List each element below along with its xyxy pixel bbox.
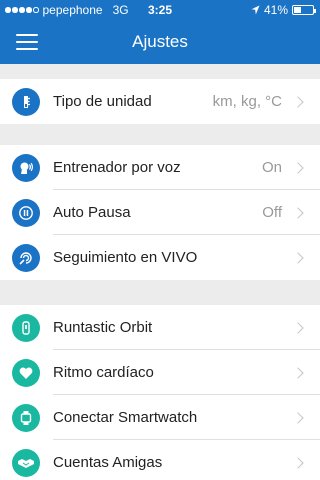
status-right: 41% <box>251 0 316 20</box>
settings-row-auto-pause[interactable]: Auto Pausa Off <box>0 190 320 235</box>
smartwatch-icon <box>12 403 40 432</box>
row-label: Seguimiento en VIVO <box>53 249 198 266</box>
settings-row-friend-accounts[interactable]: Cuentas Amigas <box>0 440 320 480</box>
live-tracking-icon <box>12 243 40 272</box>
settings-row-live-tracking[interactable]: Seguimiento en VIVO <box>0 235 320 280</box>
voice-coach-icon <box>12 153 40 182</box>
row-value: On <box>261 159 282 176</box>
battery-icon <box>292 5 316 15</box>
carrier-name: pepephone <box>42 3 103 17</box>
chevron-right-icon <box>292 366 304 379</box>
location-arrow-icon <box>251 5 260 15</box>
status-bar: pepephone 3G 3:25 41% <box>0 0 320 20</box>
settings-group-units: Tipo de unidad km, kg, °C <box>0 79 320 124</box>
chevron-right-icon <box>292 95 304 108</box>
group-spacer <box>0 124 320 145</box>
chevron-right-icon <box>292 456 304 469</box>
settings-row-units[interactable]: Tipo de unidad km, kg, °C <box>0 79 320 124</box>
settings-row-orbit[interactable]: Runtastic Orbit <box>0 305 320 350</box>
chevron-right-icon <box>292 206 304 219</box>
chevron-right-icon <box>292 161 304 174</box>
network-type: 3G <box>112 3 129 17</box>
nav-bar: Ajustes <box>0 20 320 64</box>
group-spacer <box>0 280 320 305</box>
battery-percent: 41% <box>263 3 288 17</box>
settings-group-devices: Runtastic Orbit Ritmo cardíaco Conectar … <box>0 305 320 480</box>
handshake-icon <box>12 448 40 477</box>
row-value: km, kg, °C <box>212 93 282 110</box>
heart-icon <box>12 358 40 387</box>
chevron-right-icon <box>292 251 304 264</box>
pause-icon <box>12 198 40 227</box>
settings-row-voice-coach[interactable]: Entrenador por voz On <box>0 145 320 190</box>
chevron-right-icon <box>292 411 304 424</box>
row-value: Off <box>262 204 282 221</box>
orbit-band-icon <box>12 313 40 342</box>
settings-list: Tipo de unidad km, kg, °C Entrenador por… <box>0 64 320 480</box>
settings-row-smartwatch[interactable]: Conectar Smartwatch <box>0 395 320 440</box>
row-label: Ritmo cardíaco <box>53 364 154 381</box>
row-label: Auto Pausa <box>53 204 131 221</box>
row-label: Cuentas Amigas <box>53 454 163 471</box>
signal-strength-icon <box>5 7 39 13</box>
units-icon <box>12 87 40 116</box>
row-label: Entrenador por voz <box>53 159 181 176</box>
group-spacer <box>0 64 320 79</box>
row-label: Tipo de unidad <box>53 93 152 110</box>
settings-group-tracking: Entrenador por voz On Auto Pausa Off Seg… <box>0 145 320 280</box>
row-label: Conectar Smartwatch <box>53 409 198 426</box>
settings-row-heart-rate[interactable]: Ritmo cardíaco <box>0 350 320 395</box>
chevron-right-icon <box>292 321 304 334</box>
battery-fill <box>294 7 302 13</box>
row-label: Runtastic Orbit <box>53 319 153 336</box>
page-title: Ajustes <box>132 32 188 51</box>
status-left: pepephone 3G <box>5 0 129 20</box>
